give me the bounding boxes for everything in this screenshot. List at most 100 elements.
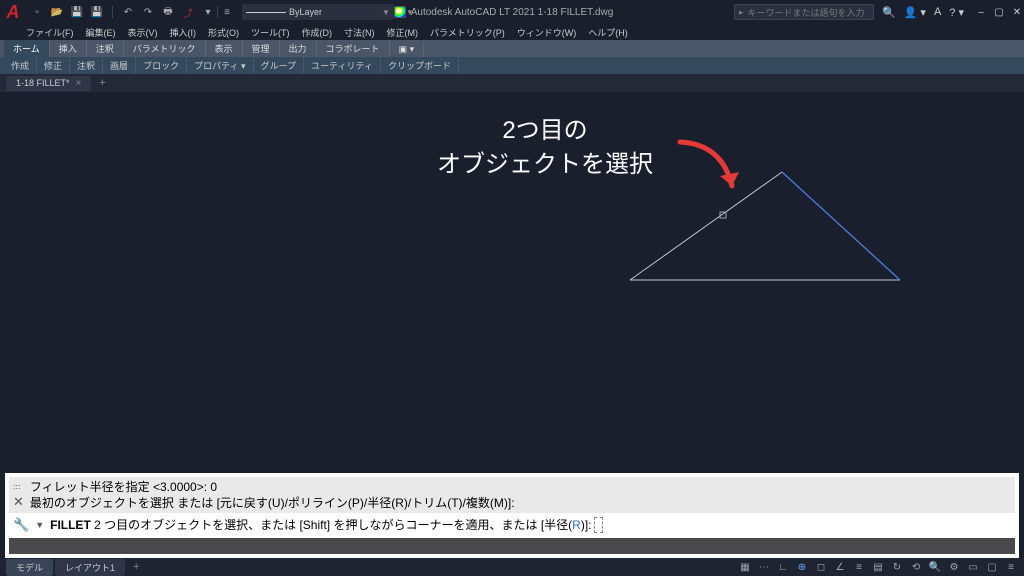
qat-more-icon[interactable]: ▾ <box>201 5 215 19</box>
scale-icon[interactable]: 🔍 <box>928 560 942 574</box>
close-button[interactable]: ✕ <box>1010 5 1024 19</box>
tab-expand[interactable]: ▣ ▾ <box>390 42 425 57</box>
separator <box>217 6 218 18</box>
share-icon[interactable]: ⤴ <box>181 5 195 19</box>
snap-icon[interactable]: ⋯ <box>757 560 771 574</box>
command-history: ꞉꞉꞉ ✕ フィレット半径を指定 <3.0000>: 0 最初のオブジェクトを選… <box>9 477 1015 513</box>
tab-model[interactable]: モデル <box>6 559 53 576</box>
command-input[interactable]: 🔧 ▼ FILLET 2 つ目のオブジェクトを選択、または [Shift] を押… <box>9 513 1015 538</box>
help-icon[interactable]: ? ▾ <box>949 6 964 19</box>
lineweight-icon[interactable]: ≡ <box>852 560 866 574</box>
tab-layout1[interactable]: レイアウト1 <box>55 559 125 576</box>
command-option-r[interactable]: R <box>572 518 581 532</box>
customize-icon[interactable]: 🔧 <box>13 517 29 533</box>
menu-edit[interactable]: 編集(E) <box>86 26 116 39</box>
close-icon[interactable]: × <box>76 78 82 89</box>
open-icon[interactable]: 📂 <box>50 5 64 19</box>
menu-help[interactable]: ヘルプ(H) <box>588 26 628 39</box>
title-right: 🔍 👤 ▾ A ? ▾ <box>882 6 964 19</box>
lineweight-icon[interactable]: ≡ <box>220 5 234 19</box>
panel-properties[interactable]: プロパティ ▾ <box>187 57 253 74</box>
menubar: ファイル(F) 編集(E) 表示(V) 挿入(I) 形式(O) ツール(T) 作… <box>0 24 1024 40</box>
annoscale-icon[interactable]: ⟲ <box>909 560 923 574</box>
panel-groups[interactable]: グループ <box>254 57 304 74</box>
add-tab-button[interactable]: + <box>93 77 111 89</box>
search-icon[interactable]: 🔍 <box>882 6 896 19</box>
cleanscreen-icon[interactable]: ▢ <box>985 560 999 574</box>
grid-icon[interactable]: ▦ <box>738 560 752 574</box>
tab-collaborate[interactable]: コラボレート <box>317 40 390 57</box>
chevron-down-icon: ▼ <box>382 8 390 17</box>
color-swatch[interactable] <box>394 6 406 18</box>
annotation-line1: 2つ目の <box>415 114 675 148</box>
close-icon[interactable]: ✕ <box>13 495 24 508</box>
annotation-line2: オブジェクトを選択 <box>415 148 675 182</box>
menu-parametric[interactable]: パラメトリック(P) <box>430 26 505 39</box>
menu-format[interactable]: 形式(O) <box>208 26 239 39</box>
panel-layers[interactable]: 画層 <box>103 57 136 74</box>
chevron-down-icon[interactable]: ▼ <box>35 520 44 530</box>
window-controls: – ▢ ✕ <box>974 5 1024 19</box>
workspace-icon[interactable]: ⚙ <box>947 560 961 574</box>
tab-home[interactable]: ホーム <box>4 40 50 57</box>
panel-clipboard[interactable]: クリップボード <box>381 57 459 74</box>
maximize-button[interactable]: ▢ <box>992 5 1006 19</box>
apps-icon[interactable]: A <box>934 6 941 18</box>
polar-icon[interactable]: ⊕ <box>795 560 809 574</box>
command-keyword: FILLET <box>50 518 91 532</box>
menu-window[interactable]: ウィンドウ(W) <box>517 26 577 39</box>
text-cursor <box>594 517 603 533</box>
search-placeholder: キーワードまたは語句を入力 <box>748 6 865 19</box>
file-tab[interactable]: 1-18 FILLET* × <box>6 76 91 91</box>
menu-modify[interactable]: 修正(M) <box>387 26 419 39</box>
menu-draw[interactable]: 作成(D) <box>302 26 333 39</box>
menu-tools[interactable]: ツール(T) <box>251 26 290 39</box>
command-text: 2 つ目のオブジェクトを選択、または [Shift] を押しながらコーナーを適用… <box>91 518 541 532</box>
print-icon[interactable]: 🖶 <box>161 5 175 19</box>
window-title: Autodesk AutoCAD LT 2021 1-18 FILLET.dwg <box>411 7 614 18</box>
menu-insert[interactable]: 挿入(I) <box>170 26 197 39</box>
search-input[interactable]: ▸キーワードまたは語句を入力 <box>734 4 874 20</box>
add-layout-button[interactable]: + <box>127 561 145 573</box>
osnap-icon[interactable]: ◻ <box>814 560 828 574</box>
new-icon[interactable]: ▫ <box>30 5 44 19</box>
undo-icon[interactable]: ↶ <box>121 5 135 19</box>
layer-selector[interactable]: ByLayer ▼ <box>242 4 394 20</box>
tab-output[interactable]: 出力 <box>280 40 317 57</box>
panel-block[interactable]: ブロック <box>136 57 187 74</box>
cycling-icon[interactable]: ↻ <box>890 560 904 574</box>
command-resize-bar[interactable] <box>9 538 1015 554</box>
app-logo[interactable]: A <box>2 1 24 23</box>
tab-view[interactable]: 表示 <box>206 40 243 57</box>
command-window[interactable]: ꞉꞉꞉ ✕ フィレット半径を指定 <3.0000>: 0 最初のオブジェクトを選… <box>5 473 1019 558</box>
minimize-button[interactable]: – <box>974 5 988 19</box>
file-tab-label: 1-18 FILLET* <box>16 78 70 88</box>
annotation-arrow <box>672 134 752 204</box>
panel-utilities[interactable]: ユーティリティ <box>304 57 381 74</box>
menu-view[interactable]: 表示(V) <box>128 26 158 39</box>
drag-handle-icon[interactable]: ꞉꞉꞉ <box>13 482 21 492</box>
customize-icon[interactable]: ≡ <box>1004 560 1018 574</box>
annotation-text: 2つ目の オブジェクトを選択 <box>415 114 675 181</box>
transparency-icon[interactable]: ▤ <box>871 560 885 574</box>
layout-tabs: モデル レイアウト1 + <box>6 559 145 576</box>
line-right-selected[interactable] <box>782 172 900 280</box>
save-icon[interactable]: 💾 <box>70 5 84 19</box>
menu-dimension[interactable]: 寸法(N) <box>344 26 375 39</box>
monitor-icon[interactable]: ▭ <box>966 560 980 574</box>
tab-insert[interactable]: 挿入 <box>50 40 87 57</box>
tab-parametric[interactable]: パラメトリック <box>124 40 206 57</box>
ribbon-tabs: ホーム 挿入 注釈 パラメトリック 表示 管理 出力 コラボレート ▣ ▾ <box>0 40 1024 57</box>
separator <box>112 6 113 18</box>
panel-annotation[interactable]: 注釈 <box>70 57 103 74</box>
panel-draw[interactable]: 作成 <box>4 57 37 74</box>
signin-icon[interactable]: 👤 ▾ <box>904 6 926 19</box>
redo-icon[interactable]: ↷ <box>141 5 155 19</box>
ortho-icon[interactable]: ∟ <box>776 560 790 574</box>
tab-annotate[interactable]: 注釈 <box>87 40 124 57</box>
saveas-icon[interactable]: 💾 <box>90 5 104 19</box>
tab-manage[interactable]: 管理 <box>243 40 280 57</box>
otrack-icon[interactable]: ∠ <box>833 560 847 574</box>
menu-file[interactable]: ファイル(F) <box>26 26 74 39</box>
panel-modify[interactable]: 修正 <box>37 57 70 74</box>
